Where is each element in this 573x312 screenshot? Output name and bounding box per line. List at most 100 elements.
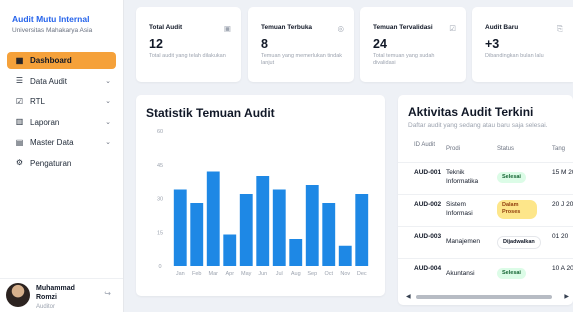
status-badge: Selesai [497, 172, 526, 184]
gear-icon: ⚙ [15, 158, 24, 167]
bar-dec[interactable] [355, 194, 369, 266]
card-description: Total temuan yang sudah divalidasi [373, 53, 435, 67]
bar-sep[interactable] [305, 185, 319, 266]
y-tick-label: 30 [157, 197, 163, 203]
y-tick-label: 0 [158, 264, 161, 270]
sidebar-item-dashboard[interactable]: ▦ Dashboard [7, 52, 116, 69]
scroll-right-icon[interactable]: ▶ [564, 294, 569, 300]
audit-id: AUD-001 [414, 169, 442, 176]
prodi-cell: Teknik Informatika [446, 169, 479, 185]
column-header-id: ID Audit [414, 142, 436, 148]
card-value: 12 [149, 37, 163, 51]
sidebar-item-label: Master Data [30, 138, 74, 147]
sidebar-item-label: Dashboard [30, 56, 72, 65]
sidebar-item-rtl[interactable]: ☑ RTL ⌄ [7, 93, 116, 110]
column-header-date: Tang [552, 146, 566, 152]
sidebar: Audit Mutu Internal Universitas Mahakary… [0, 0, 124, 312]
date-cell: 20 J 20 [552, 201, 573, 208]
app-subtitle: Universitas Mahakarya Asia [12, 27, 93, 34]
sidebar-item-data-audit[interactable]: ☰ Data Audit ⌄ [7, 73, 116, 90]
x-tick-label: Oct [324, 271, 333, 277]
bar-jun[interactable] [256, 176, 270, 266]
x-tick-label: Mar [209, 271, 219, 277]
bar-jul[interactable] [272, 189, 286, 267]
card-title: Temuan Tervalidasi [373, 24, 433, 31]
prodi-cell: Akuntansi [446, 270, 475, 277]
horizontal-scrollbar[interactable]: ◀ ▶ [406, 294, 571, 300]
sidebar-item-pengaturan[interactable]: ⚙ Pengaturan [7, 155, 116, 172]
bar-chart: 0 15 30 45 60 Jan Feb Mar Apr May Jun Jul Aug Sep Oct N… [157, 129, 369, 277]
chevron-down-icon: ⌄ [105, 139, 111, 146]
audit-id: AUD-004 [414, 265, 442, 272]
bar-aug[interactable] [289, 239, 303, 266]
bar-feb[interactable] [190, 203, 204, 266]
database-icon: ☰ [15, 76, 24, 85]
y-tick-label: 45 [157, 163, 163, 169]
archive-icon: ▤ [15, 137, 24, 147]
status-badge: Selesai [497, 268, 526, 280]
date-cell: 01 20 [552, 233, 569, 240]
bar-jan[interactable] [173, 189, 187, 267]
card-value: 8 [261, 37, 268, 51]
card-title: Temuan Terbuka [261, 24, 313, 31]
x-tick-label: Dec [357, 271, 367, 277]
bar-mar[interactable] [206, 171, 220, 267]
date-cell: 10 A 20 [552, 265, 573, 272]
x-tick-label: Nov [340, 271, 350, 277]
x-tick-label: Apr [225, 271, 234, 277]
x-tick-label: Jan [176, 271, 185, 277]
app-title: Audit Mutu Internal [12, 14, 90, 24]
stat-card-temuan-tervalidasi: Temuan Tervalidasi ☑ 24 Total temuan yan… [360, 7, 466, 82]
user-profile[interactable]: Muhammad Romzi Auditor ↪ [0, 278, 123, 312]
clipboard-check-icon: ☑ [15, 96, 24, 106]
table-header: ID Audit Prodi Status Tang [398, 135, 573, 163]
card-title: Audit Baru [485, 24, 519, 31]
x-tick-label: Feb [192, 271, 201, 277]
chevron-down-icon: ⌄ [105, 118, 111, 126]
x-tick-label: Sep [307, 271, 317, 277]
sidebar-item-laporan[interactable]: ▥ Laporan ⌄ [7, 114, 116, 131]
sidebar-item-label: Pengaturan [30, 158, 72, 168]
x-tick-label: May [241, 271, 252, 277]
scroll-left-icon[interactable]: ◀ [406, 294, 411, 300]
chevron-down-icon: ⌄ [105, 77, 111, 85]
prodi-cell: Sistem Informasi [446, 201, 473, 217]
column-header-prodi: Prodi [446, 146, 461, 152]
x-tick-label: Aug [291, 271, 301, 277]
bar-oct[interactable] [322, 203, 336, 266]
table-row[interactable]: AUD-002 Sistem Informasi Dalam Proses 20… [398, 195, 573, 227]
card-description: Dibandingkan bulan lalu [485, 53, 544, 59]
table-row[interactable]: AUD-004 Akuntansi Selesai 10 A 20 [398, 259, 573, 291]
stat-card-temuan-terbuka: Temuan Terbuka ◎ 8 Temuan yang memerluka… [248, 7, 354, 82]
activity-panel: Aktivitas Audit Terkini Daftar audit yan… [398, 95, 573, 305]
bar-nov[interactable] [338, 245, 352, 266]
alert-circle-icon: ◎ [337, 24, 344, 33]
sidebar-item-master-data[interactable]: ▤ Master Data ⌄ [7, 134, 116, 151]
check-square-icon: ☑ [449, 24, 456, 33]
table-row[interactable]: AUD-003 Manajemen Dijadwalkan 01 20 [398, 227, 573, 259]
card-title: Total Audit [149, 24, 183, 31]
bar-chart-icon: ▥ [15, 117, 24, 126]
avatar [6, 283, 30, 307]
sidebar-item-label: Data Audit [30, 76, 67, 86]
card-description: Total audit yang telah dilakukan [149, 53, 226, 59]
activity-table: ID Audit Prodi Status Tang AUD-001 Tekni… [398, 135, 573, 291]
table-row[interactable]: AUD-001 Teknik Informatika Selesai 15 M … [398, 163, 573, 195]
status-badge: Dalam Proses [497, 200, 537, 219]
prodi-cell: Manajemen [446, 238, 480, 245]
clipboard-icon: ▣ [223, 24, 231, 33]
audit-id: AUD-003 [414, 233, 442, 240]
user-role: Auditor [36, 304, 56, 310]
grid-icon: ▦ [15, 55, 24, 65]
logout-icon[interactable]: ↪ [104, 289, 111, 298]
card-value: 24 [373, 37, 387, 51]
x-tick-label: Jul [276, 271, 283, 277]
file-plus-icon: ⎘ [557, 24, 563, 33]
user-name: Muhammad Romzi [36, 285, 75, 302]
x-tick-label: Jun [258, 271, 267, 277]
brand: Audit Mutu Internal Universitas Mahakary… [12, 14, 92, 34]
bar-may[interactable] [239, 194, 253, 266]
y-tick-label: 60 [157, 129, 163, 135]
scrollbar-thumb[interactable] [416, 295, 552, 299]
bar-apr[interactable] [223, 234, 237, 267]
